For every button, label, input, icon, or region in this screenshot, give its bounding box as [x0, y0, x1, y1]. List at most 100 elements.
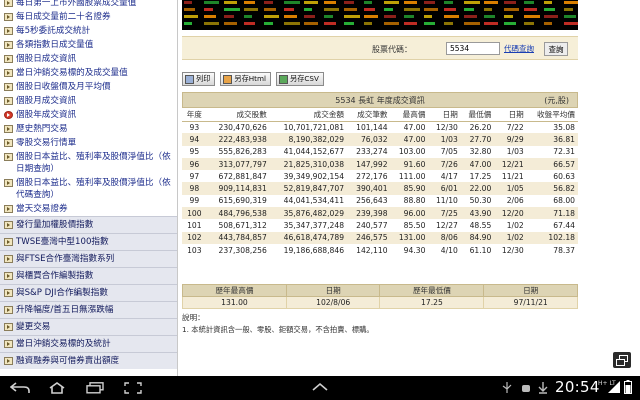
ticker-quote-mark — [484, 1, 498, 4]
table-cell: 71.18 — [526, 207, 578, 220]
sidebar-item-label: 各類指數日成交量值 — [16, 40, 94, 50]
table-cell: 66.57 — [526, 157, 578, 171]
sidebar-item[interactable]: 零股交易行情單 — [0, 136, 177, 150]
column-header: 日期 — [494, 108, 527, 122]
sidebar-item[interactable]: 與S&P DJI合作編製指數 — [0, 284, 177, 301]
summary-header: 日期 — [285, 284, 381, 297]
sidebar-item[interactable]: 每5秒委託成交統計 — [0, 24, 177, 38]
column-header: 成交金額 — [269, 108, 348, 122]
system-navigation-bar: 20:54 H+ LT — [0, 376, 640, 400]
note-text: 1. 本統計資訊含一般、零股、鉅額交易，不含拍賣、標購。 — [182, 325, 374, 334]
table-cell: 237,308,256 — [206, 243, 270, 257]
arrow-bullet-icon — [4, 255, 13, 263]
sidebar-item[interactable]: 各類指數日成交量值 — [0, 38, 177, 52]
sidebar-item[interactable]: 歷史熱門交易 — [0, 122, 177, 136]
column-header: 成交股數 — [206, 108, 270, 122]
summary-header: 日期 — [483, 284, 578, 297]
table-cell: 60.63 — [526, 170, 578, 183]
ticker-quote-mark — [224, 1, 237, 4]
sidebar-item[interactable]: 當天交易證券 — [0, 202, 177, 216]
query-button[interactable]: 查詢 — [544, 42, 568, 56]
android-debug-icon — [522, 385, 530, 392]
recent-apps-icon[interactable] — [86, 382, 104, 394]
table-cell: 909,114,831 — [206, 182, 270, 195]
table-cell: 96.00 — [390, 207, 429, 220]
stock-code-input[interactable] — [446, 42, 500, 55]
sidebar-item[interactable]: 每日成交量前二十名證券 — [0, 10, 177, 24]
sidebar-item[interactable]: 發行量加權股價指數 — [0, 216, 177, 233]
table-cell: 76,032 — [347, 133, 391, 146]
arrow-bullet-icon — [4, 111, 13, 119]
sidebar-item[interactable]: TWSE臺灣中型100指數 — [0, 233, 177, 250]
sidebar-item-label: 與FTSE合作臺灣指數系列 — [16, 254, 115, 264]
table-row: 98 909,114,831 52,819,847,707 390,401 85.90 6… — [182, 182, 578, 195]
table-caption: 5534 長虹 年度成交資訊 (元,股) — [182, 92, 578, 108]
ticker-quote-mark — [404, 15, 414, 18]
sidebar-item[interactable]: 變更交易 — [0, 318, 177, 335]
save-csv-button[interactable]: 另存CSV — [276, 72, 324, 86]
ticker-quote-mark — [384, 8, 393, 11]
ticker-quote-mark — [504, 1, 516, 4]
usb-icon — [502, 382, 512, 393]
note-title: 說明： — [182, 313, 205, 322]
sidebar-item[interactable]: 當日沖銷交易標的及成交量值 — [0, 66, 177, 80]
ticker-quote-mark — [424, 1, 435, 4]
table-cell: 508,671,312 — [206, 219, 270, 232]
ticker-quote-mark — [364, 15, 378, 18]
table-cell: 672,881,847 — [206, 170, 270, 183]
summary-header: 歷年最高價 — [182, 284, 287, 297]
summary-header-row: 歷年最高價 日期 歷年最低價 日期 — [182, 284, 578, 297]
home-icon[interactable] — [48, 382, 66, 394]
table-cell: 7/26 — [428, 157, 461, 171]
window-switch-button[interactable] — [613, 352, 631, 368]
nav-list: 每日第一上市外國股票成交量值 每日成交量前二十名證券 每5秒委託成交統計各類指數日成… — [0, 0, 177, 369]
table-title: 5534 長虹 年度成交資訊 — [335, 96, 425, 105]
sidebar-item[interactable]: 個股日收盤價及月平均價 — [0, 80, 177, 94]
sidebar-item[interactable]: 升降幅度/首五日無漲跌幅 — [0, 301, 177, 318]
print-button[interactable]: 列印 — [182, 72, 216, 86]
back-icon[interactable] — [10, 382, 30, 394]
sidebar-item[interactable]: 個股日本益比、殖利率及股價淨值比（依日期查詢） — [0, 150, 177, 176]
sidebar-item[interactable]: 個股日本益比、殖利率及股價淨值比（依代碼查詢） — [0, 176, 177, 202]
ticker-quote-mark — [484, 8, 492, 11]
ticker-quote-mark — [444, 8, 456, 11]
table-cell: 48.55 — [460, 219, 495, 232]
sidebar-item[interactable]: 與櫃買合作編製指數 — [0, 267, 177, 284]
table-cell: 222,483,938 — [206, 133, 270, 146]
sidebar-item[interactable]: 個股年成交資訊 — [0, 108, 177, 122]
stock-ticker-banner — [182, 0, 578, 30]
sidebar-item[interactable]: 每日第一上市外國股票成交量值 — [0, 0, 177, 10]
printer-icon — [185, 74, 194, 84]
ticker-quote-mark — [424, 15, 432, 18]
search-bar: 股票代碼： 代碼查詢 查詢 — [182, 36, 578, 60]
table-cell: 615,690,319 — [206, 194, 270, 208]
sidebar-item-label: 個股日成交資訊 — [16, 54, 77, 64]
arrow-bullet-icon — [4, 272, 13, 280]
save-csv-label: 另存CSV — [290, 74, 319, 83]
arrow-bullet-icon — [4, 55, 13, 63]
hide-keyboard-icon[interactable] — [311, 382, 329, 392]
ticker-quote-mark — [244, 1, 255, 4]
arrow-bullet-icon — [4, 357, 13, 365]
table-cell: 12/21 — [494, 157, 527, 171]
sidebar-item[interactable]: 融資融券與可借券賣出額度 — [0, 352, 177, 369]
code-lookup-link[interactable]: 代碼查詢 — [504, 43, 534, 54]
arrow-bullet-icon — [4, 340, 13, 348]
table-cell: 91.60 — [390, 157, 429, 171]
sidebar-item[interactable]: 與FTSE合作臺灣指數系列 — [0, 250, 177, 267]
sidebar-item[interactable]: 個股日成交資訊 — [0, 52, 177, 66]
sidebar-item[interactable]: 個股月成交資訊 — [0, 94, 177, 108]
table-header-row: 年度 成交股數 成交金額 成交筆數 最高價 日期 最低價 日期 收盤平均價 — [182, 108, 578, 122]
ticker-quote-mark — [404, 1, 417, 4]
screenshot-icon[interactable] — [124, 382, 142, 394]
table-cell: 8/06 — [428, 231, 461, 244]
sidebar-item[interactable]: 當日沖銷交易標的及統計 — [0, 335, 177, 352]
save-html-button[interactable]: 另存Html — [220, 72, 271, 86]
ticker-quote-mark — [564, 22, 578, 25]
table-cell: 35,876,482,029 — [269, 207, 348, 220]
table-cell: 11/10 — [428, 194, 461, 208]
summary-value: 97/11/21 — [483, 296, 578, 309]
ticker-quote-mark — [304, 15, 315, 18]
sidebar-item-label: 與櫃買合作編製指數 — [16, 271, 94, 281]
sidebar-item-label: 歷史熱門交易 — [16, 124, 68, 134]
